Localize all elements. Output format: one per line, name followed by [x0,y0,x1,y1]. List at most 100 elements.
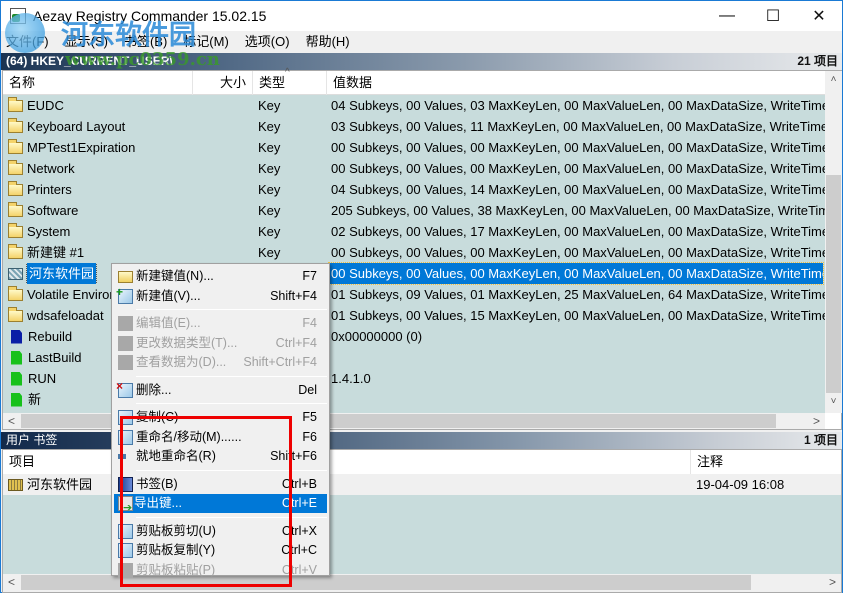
cell-data: 04 Subkeys, 00 Values, 03 MaxKeyLen, 00 … [331,98,825,113]
row-name: Keyboard Layout [27,119,126,134]
close-button[interactable]: ✕ [796,1,842,31]
row-name: Printers [27,182,72,197]
menu-item-shortcut: Ctrl+B [281,476,317,491]
menu-item-delete[interactable]: 删除... Del [114,377,327,400]
scroll-up-icon[interactable]: ˄ [825,71,842,88]
menu-item-new-value[interactable]: 新建值(V)... Shift+F4 [114,283,327,306]
folder-icon [8,180,23,196]
menu-item-export[interactable]: 导出键... Ctrl+E [114,494,327,518]
row-name: Rebuild [28,329,73,344]
menu-item-rename-move[interactable]: 重命名/移动(M)...... F6 [114,428,327,447]
cell-type: Key [258,224,281,239]
menu-file[interactable]: 文件(F) [1,32,58,52]
menu-item-label: 复制(C) [136,410,179,424]
cell-name: Printers [8,179,193,200]
menu-item-label: 新建键值(N)... [136,269,214,283]
menu-options[interactable]: 选项(O) [238,32,299,52]
scroll-right-icon[interactable]: > [808,413,825,429]
menu-item-clipboard-copy[interactable]: 剪贴板复制(Y) Ctrl+C [114,541,327,560]
app-icon [10,8,26,24]
menu-marks[interactable]: 标记(M) [176,32,238,52]
column-data[interactable]: 值数据 [327,71,825,95]
maximize-button[interactable]: ☐ [750,1,796,31]
menu-item-rename-inplace[interactable]: 就地重命名(R) Shift+F6 [114,447,327,466]
delete-icon [116,377,133,398]
binary-value-icon [11,329,22,344]
menu-item-shortcut: Ctrl+X [281,523,317,538]
table-row[interactable]: Software Key 205 Subkeys, 00 Values, 38 Ma… [3,200,825,221]
folder-icon [8,243,23,259]
app-window: Aezay Registry Commander 15.02.15 — ☐ ✕ … [0,0,843,593]
bookmark-name: 河东软件园 [27,477,93,492]
table-row[interactable]: Printers Key 04 Subkeys, 00 Values, 14 Max… [3,179,825,200]
menu-item-label: 剪贴板粘贴(P) [136,562,216,577]
table-row[interactable]: 新建键 #1 Key 00 Subkeys, 00 Values, 00 MaxKe… [3,242,825,263]
table-row[interactable]: EUDC Key 04 Subkeys, 00 Values, 03 MaxKeyL… [3,95,825,116]
rename-move-icon [118,429,133,445]
cell-data: 205 Subkeys, 00 Values, 38 MaxKeyLen, 00… [331,203,825,218]
cell-data [331,347,825,368]
cell-data: 00 Subkeys, 00 Values, 00 MaxKeyLen, 00 … [331,140,825,155]
paste-icon [118,562,133,578]
bookmarks-count: 1 项目 [803,433,838,447]
title-bar[interactable]: Aezay Registry Commander 15.02.15 — ☐ ✕ [1,1,842,31]
column-type[interactable]: 类型 [253,71,327,95]
minimize-button[interactable]: — [704,1,750,31]
cell-type: Key [258,203,281,218]
table-row[interactable]: MPTest1Expiration Key 00 Subkeys, 00 Value… [3,137,825,158]
copy-icon [118,410,133,425]
table-row[interactable]: Network Key 00 Subkeys, 00 Values, 00 MaxK… [3,158,825,179]
folder-icon [8,306,23,322]
column-size[interactable]: 大小 [193,71,253,95]
table-row[interactable]: System Key 02 Subkeys, 00 Values, 17 MaxKe… [3,221,825,242]
table-row[interactable]: Keyboard Layout Key 03 Subkeys, 00 Values,… [3,116,825,137]
cell-data: 00 Subkeys, 00 Values, 00 MaxKeyLen, 00 … [331,245,825,260]
cell-type: Key [258,98,281,113]
shared-key-icon [8,267,23,280]
menu-help[interactable]: 帮助(H) [299,32,359,52]
menu-item-label: 剪贴板复制(Y) [136,543,216,557]
cell-data: 04 Subkeys, 00 Values, 14 MaxKeyLen, 00 … [331,182,825,197]
cell-data: 01 Subkeys, 09 Values, 01 MaxKeyLen, 25 … [331,287,825,302]
menu-item-view-data: 查看数据为(D)... Shift+Ctrl+F4 [114,353,327,372]
window-title: Aezay Registry Commander 15.02.15 [33,8,267,24]
row-name: 河东软件园 [25,263,98,284]
column-note[interactable]: 注释 [691,450,841,474]
column-name[interactable]: 名称 [3,71,193,95]
menu-item-label: 编辑值(E)... [136,316,201,330]
folder-icon [8,159,23,175]
menu-bookmarks[interactable]: 书签(B) [117,32,176,52]
vertical-scrollbar[interactable]: ˄ ˅ [825,71,842,413]
menu-item-copy[interactable]: 复制(C) F5 [114,408,327,427]
row-name: Network [27,161,75,176]
column-item[interactable]: 项目 [3,450,691,474]
menu-bar: 文件(F) 显示(S) 书签(B) 标记(M) 选项(O) 帮助(H) [1,31,842,53]
menu-item-label: 删除... [136,382,172,397]
menu-item-shortcut: Ctrl+V [281,562,317,577]
scroll-left-icon[interactable]: < [3,413,20,429]
menu-view[interactable]: 显示(S) [58,32,117,52]
menu-item-bookmark[interactable]: 书签(B) Ctrl+B [114,475,327,494]
context-menu: 新建键值(N)... F7 新建值(V)... Shift+F4 编辑值(E)... F4… [111,263,330,578]
scroll-down-icon[interactable]: ˅ [825,393,842,410]
scroll-left-icon[interactable]: < [3,574,20,590]
menu-item-label: 导出键... [134,496,182,510]
menu-separator [136,469,327,471]
cell-name: Network [8,158,193,179]
cell-data: 02 Subkeys, 00 Values, 17 MaxKeyLen, 00 … [331,224,825,239]
row-name: EUDC [27,98,64,113]
menu-item-shortcut: Shift+F6 [270,449,317,463]
cell-type: Key [258,182,281,197]
folder-icon [8,222,23,238]
row-name: MPTest1Expiration [27,140,136,155]
scroll-right-icon[interactable]: > [824,574,841,590]
menu-item-shortcut: Ctrl+F4 [275,335,317,350]
menu-item-folder[interactable]: 新建键值(N)... F7 [114,267,327,286]
folder-icon [8,96,23,112]
menu-item-cut[interactable]: 剪贴板剪切(U) Ctrl+X [114,522,327,541]
row-name: System [27,224,71,239]
bookmark-note: 19-04-09 16:08 [696,477,785,492]
menu-item-paste: 剪贴板粘贴(P) Ctrl+V [114,561,327,580]
cell-type: Key [258,140,281,155]
scrollbar-thumb[interactable] [826,175,841,393]
